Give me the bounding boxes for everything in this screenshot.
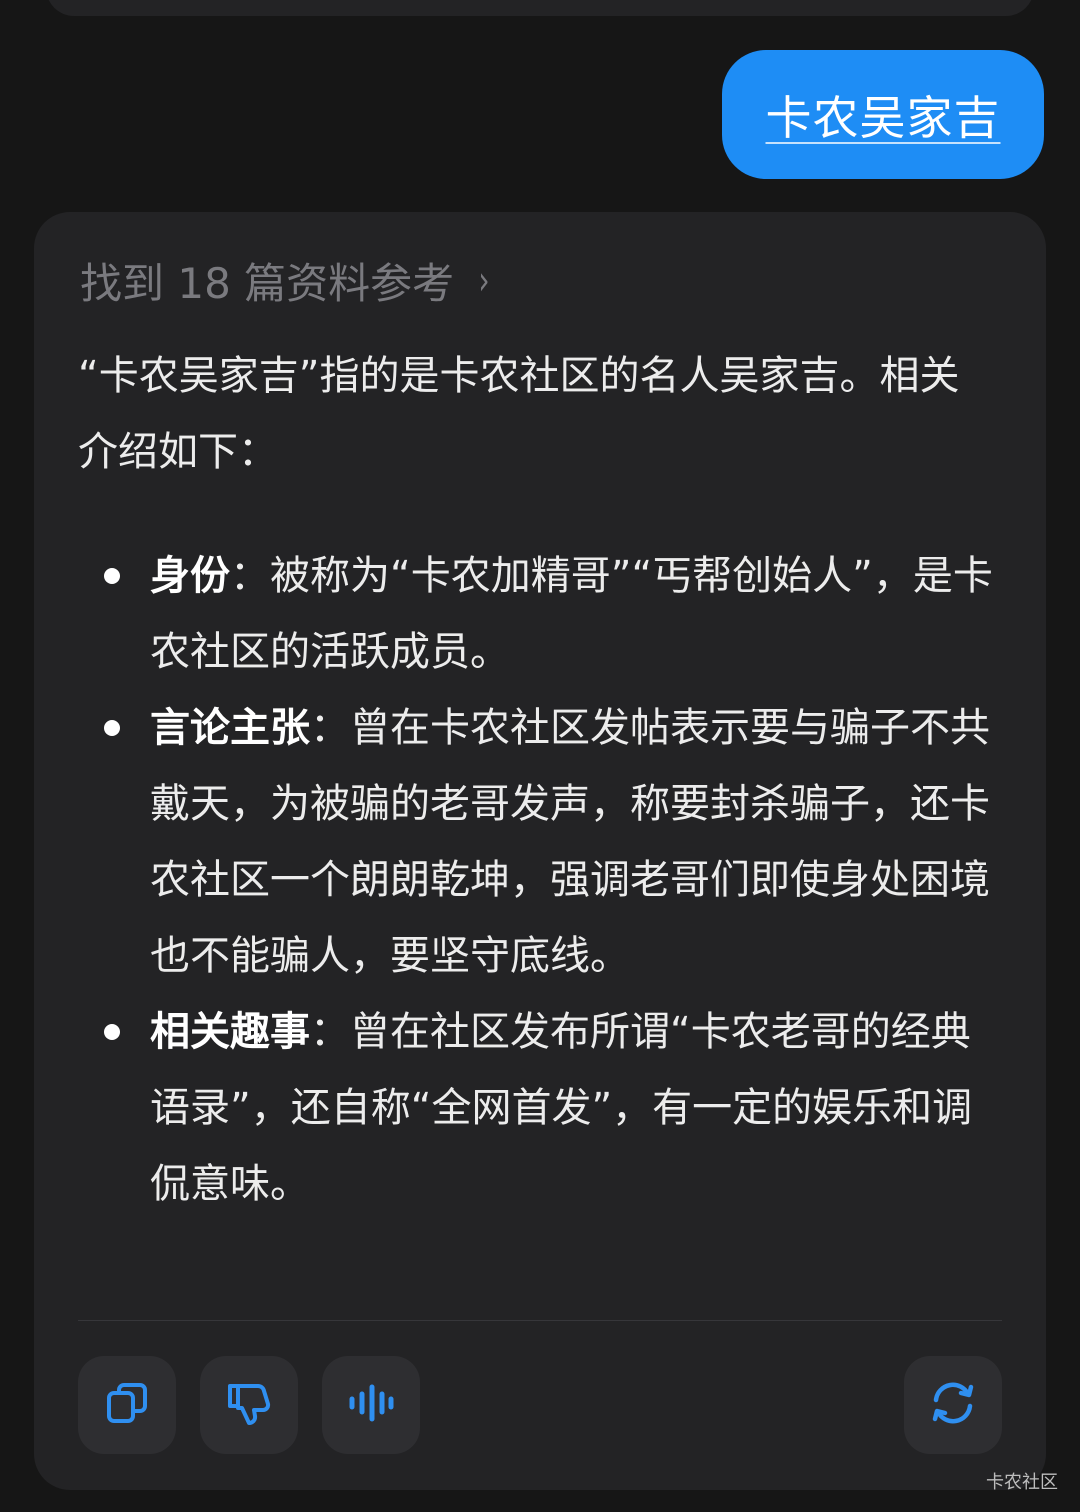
read-aloud-button[interactable] <box>322 1356 420 1454</box>
copy-button[interactable] <box>78 1356 176 1454</box>
audio-wave-icon <box>346 1378 396 1432</box>
answer-bullet-list: 身份：被称为“卡农加精哥”“丐帮创始人”，是卡农社区的活跃成员。 言论主张：曾在… <box>78 538 1008 1222</box>
list-item: 相关趣事：曾在社区发布所谓“卡农老哥的经典语录”，还自称“全网首发”，有一定的娱… <box>78 994 1008 1222</box>
user-message-bubble[interactable]: 卡农吴家吉 <box>722 50 1044 179</box>
copy-icon <box>103 1379 151 1431</box>
assistant-answer-card: 找到 18 篇资料参考 › “卡农吴家吉”指的是卡农社区的名人吴家吉。相关介绍如… <box>34 212 1046 1490</box>
watermark: 卡农社区 <box>986 1472 1058 1493</box>
previous-message-card <box>46 0 1034 16</box>
references-link[interactable]: 找到 18 篇资料参考 › <box>80 250 492 311</box>
bullet-title: 言论主张 <box>150 705 310 751</box>
answer-intro: “卡农吴家吉”指的是卡农社区的名人吴家吉。相关介绍如下： <box>78 353 960 475</box>
list-item: 言论主张：曾在卡农社区发帖表示要与骗子不共戴天，为被骗的老哥发声，称要封杀骗子，… <box>78 690 1008 994</box>
user-message-text[interactable]: 卡农吴家吉 <box>766 82 1001 148</box>
bullet-separator: ： <box>230 553 270 599</box>
bullet-dot <box>104 568 120 584</box>
chevron-right-icon: › <box>478 257 490 304</box>
references-label: 找到 18 篇资料参考 <box>80 259 455 308</box>
bullet-title: 身份 <box>150 553 230 599</box>
chat-screen: 卡农吴家吉 找到 18 篇资料参考 › “卡农吴家吉”指的是卡农社区的名人吴家吉… <box>0 0 1080 1512</box>
list-item: 身份：被称为“卡农加精哥”“丐帮创始人”，是卡农社区的活跃成员。 <box>78 538 1008 690</box>
bullet-dot <box>104 720 120 736</box>
bullet-dot <box>104 1024 120 1040</box>
bullet-separator: ： <box>310 1009 350 1055</box>
actions-divider <box>78 1320 1002 1321</box>
bullet-separator: ： <box>310 705 350 751</box>
refresh-icon <box>926 1376 980 1434</box>
dislike-button[interactable] <box>200 1356 298 1454</box>
regenerate-button[interactable] <box>904 1356 1002 1454</box>
thumbs-down-icon <box>224 1378 274 1432</box>
bullet-title: 相关趣事 <box>150 1009 310 1055</box>
bullet-text: 被称为“卡农加精哥”“丐帮创始人”，是卡农社区的活跃成员。 <box>150 553 993 675</box>
